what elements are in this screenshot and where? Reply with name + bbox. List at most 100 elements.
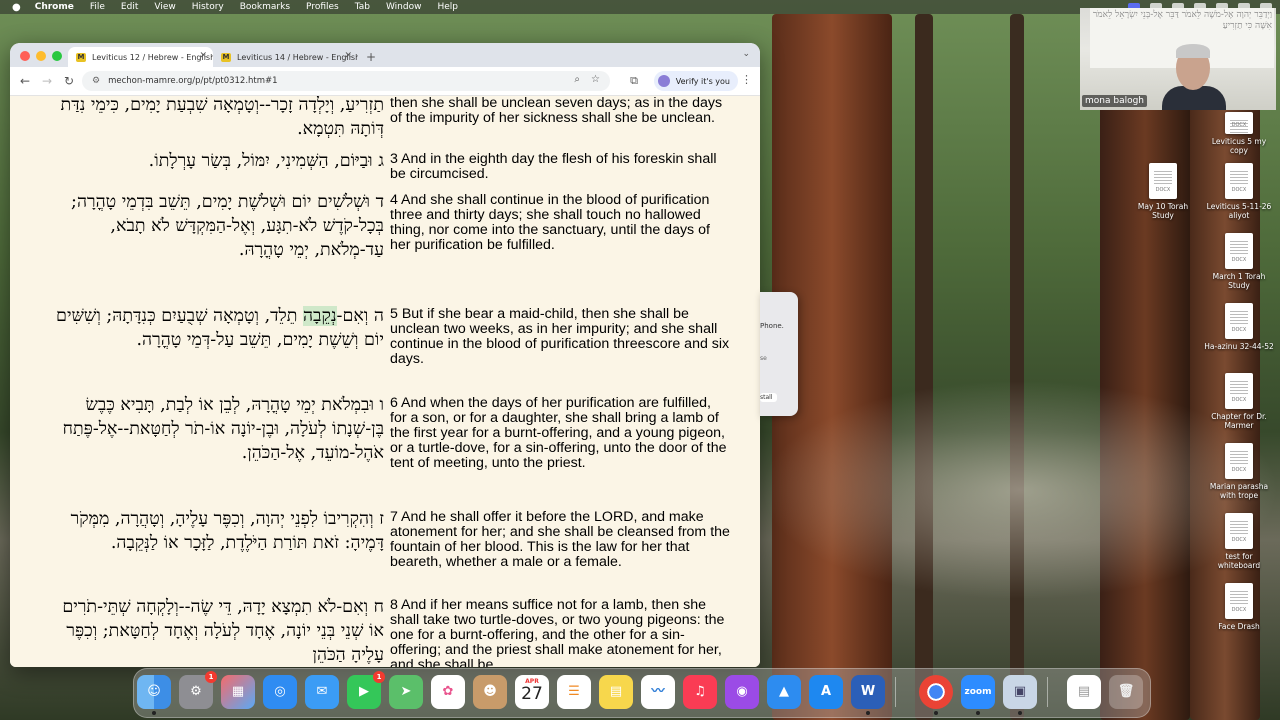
browser-window: M Leviticus 12 / Hebrew - English ✕ M Le… [10,43,760,667]
menu-chrome[interactable]: Chrome [35,2,74,12]
file-label: Chapter for Dr. Marmer [1211,412,1267,430]
zoom-window-button[interactable] [52,51,62,61]
notes-icon[interactable]: ▤ [599,675,633,709]
launchpad-icon[interactable]: ▦ [221,675,255,709]
dock-separator [895,677,896,707]
extensions-puzzle-icon[interactable]: ⧉ [630,74,638,88]
menu-history[interactable]: History [192,2,224,12]
file-label: Leviticus 5 my copy [1211,137,1267,155]
verse-english: then she shall be unclean seven days; as… [390,96,723,126]
file-label: Leviticus 5-11-26 aliyot [1206,202,1272,220]
minimize-window-button[interactable] [36,51,46,61]
running-indicator [866,711,870,715]
tab-search-chevron-icon[interactable]: ⌄ [742,49,750,59]
word-icon[interactable]: W [851,675,885,715]
tab-leviticus-12[interactable]: M Leviticus 12 / Hebrew - English ✕ [68,47,213,67]
forward-arrow-icon[interactable]: → [36,74,58,88]
menu-view[interactable]: View [154,2,175,12]
desktop-file-icon[interactable]: DOCX Leviticus 5 my copy [1204,112,1274,155]
menu-profiles[interactable]: Profiles [306,2,339,12]
verse-english: 8 And if her means suffice not for a lam… [390,597,725,668]
menu-bookmarks[interactable]: Bookmarks [240,2,290,12]
keynote-icon[interactable]: ▲ [767,675,801,709]
calendar-icon[interactable]: APR 27 [515,675,549,709]
browser-toolbar: ← → ↻ ⚙ mechon-mamre.org/p/pt/pt0312.htm… [10,67,760,96]
app-store-icon[interactable]: A [809,675,843,709]
podcasts-icon[interactable]: ◉ [725,675,759,709]
finder-icon[interactable]: ☺ [137,675,171,715]
menu-window[interactable]: Window [386,2,422,12]
menu-edit[interactable]: Edit [121,2,138,12]
address-bar[interactable]: ⚙ mechon-mamre.org/p/pt/pt0312.htm#1 ⌕ ☆ [82,71,610,91]
url-text: mechon-mamre.org/p/pt/pt0312.htm#1 [108,76,278,86]
dialog-subtext: se [760,355,767,362]
verify-profile-button[interactable]: Verify it's you [653,71,738,91]
tab-title: Leviticus 12 / Hebrew - English [92,52,213,62]
desktop-file-icon[interactable]: DOCX Marian parasha with trope [1204,443,1274,500]
verse-hebrew: ח וְאִם-לֹא תִמְצָא יָדָהּ, דֵּי שֶׂה--ו… [62,597,384,665]
zoom-label: zoom [964,687,992,697]
site-favicon-icon: M [76,53,86,62]
freeform-icon[interactable]: 〰 [641,675,675,709]
mail-icon[interactable]: ✉ [305,675,339,709]
desktop-file-icon[interactable]: DOCX March 1 Torah Study [1204,233,1274,290]
safari-icon[interactable]: ◎ [263,675,297,709]
docx-file-icon: DOCX [1225,443,1253,479]
contacts-icon[interactable]: ☻ [473,675,507,709]
running-indicator [152,711,156,715]
file-label: March 1 Torah Study [1212,272,1266,290]
menu-file[interactable]: File [90,2,105,12]
verse-hebrew: ו וּבִמְלֹאת יְמֵי טָהֳרָהּ, לְבֵן אוֹ ל… [62,395,384,463]
desktop-file-icon[interactable]: DOCX May 10 Torah Study [1128,163,1198,220]
music-icon[interactable]: ♫ [683,675,717,709]
install-button[interactable]: stall [760,393,777,402]
facetime-icon[interactable]: ▶ 1 [347,671,385,709]
apple-icon[interactable]: ● [12,2,21,13]
verse-hebrew: ד וּשְׁלֹשִׁים יוֹם וּשְׁלֹשֶׁת יָמִים, … [71,192,384,260]
participant-name: mona balogh [1082,95,1148,107]
highlighted-word[interactable]: נְקֵבָה [302,306,337,326]
zoom-icon[interactable]: zoom [961,675,995,715]
site-info-icon[interactable]: ⚙ [92,76,100,86]
zoom-magnifier-icon[interactable]: ⌕ [574,74,580,85]
menu-tab[interactable]: Tab [355,2,370,12]
verse-english: 6 And when the days of her purification … [390,395,727,471]
verse-english: 7 And he shall offer it before the LORD,… [390,509,730,570]
desktop-file-icon[interactable]: DOCX Chapter for Dr. Marmer [1204,373,1274,430]
docx-file-icon: DOCX [1225,303,1253,339]
new-tab-icon[interactable]: + [366,50,376,64]
profile-avatar-icon [657,75,670,87]
trash-icon[interactable]: 🗑 [1109,675,1143,709]
participant-hair [1176,44,1210,58]
desktop-file-icon[interactable]: DOCX test for whiteboard [1204,513,1274,570]
close-window-button[interactable] [20,51,30,61]
menu-help[interactable]: Help [437,2,458,12]
downloads-stack-icon[interactable]: ▤ [1067,675,1101,709]
reminders-icon[interactable]: ☰ [557,675,591,709]
photos-icon[interactable]: ✿ [431,675,465,709]
running-indicator [934,711,938,715]
desktop-file-icon[interactable]: DOCX Leviticus 5-11-26 aliyot [1204,163,1274,220]
close-tab-icon[interactable]: ✕ [199,51,207,61]
file-label: Marian parasha with trope [1209,482,1269,500]
close-tab-icon[interactable]: ✕ [344,51,352,61]
tree-trunk [1010,14,1024,720]
system-settings-icon[interactable]: ⚙ 1 [179,671,217,709]
maps-icon[interactable]: ➤ [389,675,423,709]
settings-badge: 1 [205,671,217,683]
bookmark-star-icon[interactable]: ☆ [591,74,600,85]
desktop-file-icon[interactable]: DOCX Ha-azinu 32-44-52 [1204,303,1274,351]
install-dialog: Phone. se stall [760,292,798,416]
video-tile[interactable]: וַיְדַבֵּר יְהוָה אֶל-מֹשֶׁה לֵּאמֹר דַּ… [1080,8,1276,110]
reload-icon[interactable]: ↻ [58,74,80,88]
tab-leviticus-14[interactable]: M Leviticus 14 / Hebrew - English ✕ [213,47,358,67]
window-controls [20,51,62,61]
verse-english: 3 And in the eighth day the flesh of his… [390,151,717,182]
calendar-day: 27 [521,684,543,704]
desktop-file-icon[interactable]: DOCX Face Drash [1204,583,1274,631]
preview-icon[interactable]: ▣ [1003,675,1037,715]
more-options-icon[interactable]: ⋮ [741,73,752,86]
chrome-icon[interactable] [919,675,953,715]
file-label: May 10 Torah Study [1137,202,1189,220]
back-arrow-icon[interactable]: ← [14,74,36,88]
